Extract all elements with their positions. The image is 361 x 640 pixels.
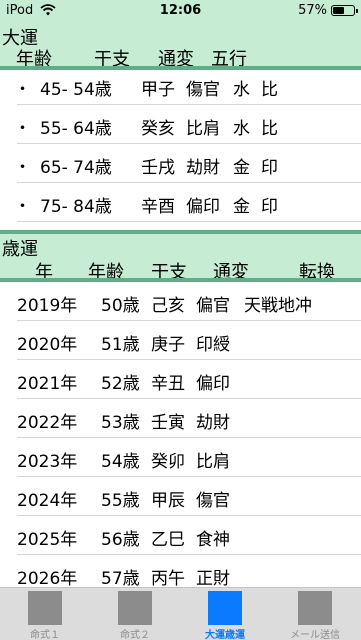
- taiun-relation: 比: [261, 119, 278, 139]
- taiun-kanshi: 壬戌: [141, 158, 175, 178]
- saiun-age: 55歳: [101, 491, 140, 511]
- tab-bar: 命式１ 命式２ 大運歳運 メール送信: [0, 587, 361, 640]
- saiun-header: 歳運 年 年齢 干支 通変 転換: [0, 230, 361, 283]
- saiun-kanshi: 丙午: [151, 569, 185, 589]
- tab-meishiki-2[interactable]: 命式２: [90, 588, 180, 640]
- saiun-age: 54歳: [101, 452, 140, 472]
- taiun-row[interactable]: ・ 45- 54歳 甲子 傷官 水 比: [0, 66, 361, 105]
- saiun-tsuhen: 劫財: [196, 413, 230, 433]
- saiun-kanshi: 辛丑: [151, 374, 185, 394]
- saiun-kanshi: 壬寅: [151, 413, 185, 433]
- taiun-gogyo: 金: [233, 197, 250, 217]
- status-bar: iPod 12:06 57%: [0, 0, 361, 22]
- taiun-kanshi: 辛酉: [141, 197, 175, 217]
- saiun-tsuhen: 印綬: [196, 335, 230, 355]
- saiun-tsuhen: 偏印: [196, 374, 230, 394]
- saiun-year: 2022年: [17, 413, 78, 433]
- tab-label: 命式１: [30, 630, 60, 640]
- saiun-age: 52歳: [101, 374, 140, 394]
- taiun-relation: 印: [261, 158, 278, 178]
- saiun-row[interactable]: 2022年 53歳 壬寅 劫財: [0, 399, 361, 438]
- taiun-relation: 比: [261, 80, 278, 100]
- taiun-row[interactable]: ・ 55- 64歳 癸亥 比肩 水 比: [0, 105, 361, 144]
- saiun-row[interactable]: 2021年 52歳 辛丑 偏印: [0, 360, 361, 399]
- meishiki-2-tab-icon: [118, 591, 152, 625]
- battery-percent: 57%: [298, 3, 327, 18]
- saiun-age: 50歳: [101, 296, 140, 316]
- tab-label: 命式２: [120, 630, 150, 640]
- tab-label: メール送信: [290, 630, 340, 640]
- taiun-gogyo: 水: [233, 80, 250, 100]
- taiun-bullet: ・: [14, 158, 31, 178]
- saiun-row[interactable]: 2025年 56歳 乙巳 食神: [0, 516, 361, 555]
- saiun-age: 57歳: [101, 569, 140, 589]
- saiun-tsuhen: 食神: [196, 530, 230, 550]
- saiun-year: 2026年: [17, 569, 78, 589]
- send-mail-tab-icon: [298, 591, 332, 625]
- saiun-row[interactable]: 2019年 50歳 己亥 偏官 天戦地冲: [0, 282, 361, 321]
- tab-meishiki-1[interactable]: 命式１: [0, 588, 90, 640]
- taiun-tsuhen: 比肩: [186, 119, 220, 139]
- saiun-title: 歳運: [2, 239, 38, 260]
- taiun-age: 65- 74歳: [40, 158, 112, 178]
- saiun-kanshi: 乙巳: [151, 530, 185, 550]
- taiun-age: 55- 64歳: [40, 119, 112, 139]
- saiun-kanshi: 癸卯: [151, 452, 185, 472]
- saiun-year: 2025年: [17, 530, 78, 550]
- taiun-bullet: ・: [14, 80, 31, 100]
- saiun-tsuhen: 比肩: [196, 452, 230, 472]
- saiun-age: 51歳: [101, 335, 140, 355]
- saiun-tsuhen: 傷官: [196, 491, 230, 511]
- saiun-year: 2021年: [17, 374, 78, 394]
- tab-label: 大運歳運: [205, 630, 245, 640]
- taiun-gogyo: 金: [233, 158, 250, 178]
- saiun-year: 2023年: [17, 452, 78, 472]
- meishiki-1-tab-icon: [28, 591, 62, 625]
- tab-taiun-saiun[interactable]: 大運歳運: [180, 588, 270, 640]
- tab-send-mail[interactable]: メール送信: [270, 588, 360, 640]
- taiun-bullet: ・: [14, 197, 31, 217]
- taiun-kanshi: 癸亥: [141, 119, 175, 139]
- saiun-year: 2024年: [17, 491, 78, 511]
- battery-level: [333, 7, 345, 14]
- saiun-tenkan: 天戦地冲: [244, 296, 312, 316]
- taiun-kanshi: 甲子: [141, 80, 175, 100]
- taiun-row[interactable]: ・ 65- 74歳 壬戌 劫財 金 印: [0, 144, 361, 183]
- saiun-kanshi: 己亥: [151, 296, 185, 316]
- saiun-tsuhen: 偏官: [196, 296, 230, 316]
- taiun-bullet: ・: [14, 119, 31, 139]
- taiun-gogyo: 水: [233, 119, 250, 139]
- taiun-saiun-tab-icon: [208, 591, 242, 625]
- saiun-kanshi: 庚子: [151, 335, 185, 355]
- taiun-age: 45- 54歳: [40, 80, 112, 100]
- taiun-row[interactable]: ・ 75- 84歳 辛酉 偏印 金 印: [0, 183, 361, 222]
- taiun-age: 75- 84歳: [40, 197, 112, 217]
- saiun-age: 56歳: [101, 530, 140, 550]
- saiun-age: 53歳: [101, 413, 140, 433]
- saiun-year: 2019年: [17, 296, 78, 316]
- saiun-row[interactable]: 2020年 51歳 庚子 印綬: [0, 321, 361, 360]
- taiun-tsuhen: 劫財: [186, 158, 220, 178]
- saiun-row[interactable]: 2024年 55歳 甲辰 傷官: [0, 477, 361, 516]
- taiun-tsuhen: 傷官: [186, 80, 220, 100]
- saiun-year: 2020年: [17, 335, 78, 355]
- taiun-header: 大運 年齢 干支 通変 五行: [0, 22, 361, 70]
- taiun-relation: 印: [261, 197, 278, 217]
- taiun-tsuhen: 偏印: [186, 197, 220, 217]
- saiun-tsuhen: 正財: [196, 569, 230, 589]
- battery-icon: [331, 5, 358, 16]
- saiun-row[interactable]: 2023年 54歳 癸卯 比肩: [0, 438, 361, 477]
- saiun-kanshi: 甲辰: [151, 491, 185, 511]
